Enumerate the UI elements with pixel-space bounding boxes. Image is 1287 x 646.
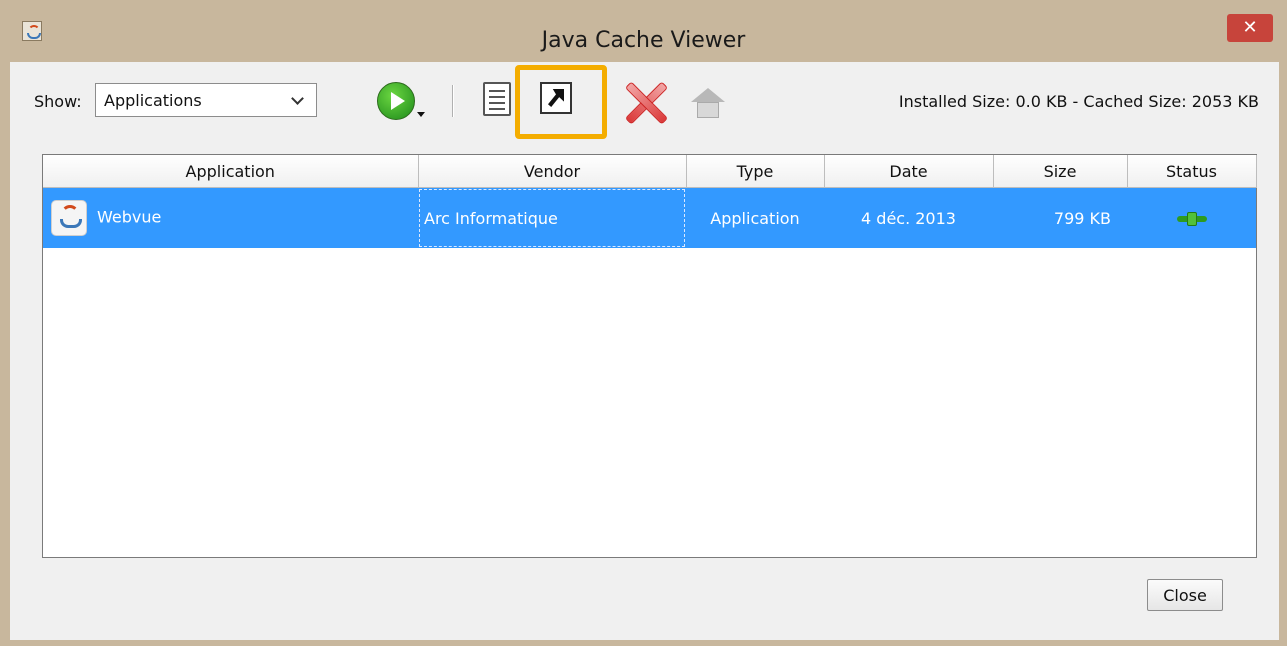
column-header-status[interactable]: Status bbox=[1127, 155, 1257, 188]
table-header-row: Application Vendor Type Date Size Status bbox=[43, 155, 1257, 188]
show-select[interactable]: Applications bbox=[95, 83, 317, 117]
cell-date[interactable]: 4 déc. 2013 bbox=[824, 187, 993, 248]
install-shortcut-icon bbox=[540, 82, 572, 114]
cell-size[interactable]: 799 KB bbox=[993, 187, 1127, 248]
chevron-down-icon bbox=[291, 92, 304, 105]
delete-icon bbox=[623, 80, 669, 125]
close-button[interactable]: Close bbox=[1147, 579, 1223, 611]
application-name: Webvue bbox=[97, 207, 162, 227]
show-details-icon bbox=[483, 82, 511, 116]
window-title: Java Cache Viewer bbox=[541, 28, 746, 53]
client-area: Show: Applications Installed Size: 0.0 K… bbox=[10, 62, 1279, 640]
column-header-date[interactable]: Date bbox=[824, 155, 994, 188]
applications-table[interactable]: Application Vendor Type Date Size Status… bbox=[42, 154, 1257, 558]
cache-sizes: Installed Size: 0.0 KB - Cached Size: 20… bbox=[898, 92, 1259, 111]
column-header-type[interactable]: Type bbox=[686, 155, 825, 188]
toolbar-separator bbox=[452, 85, 454, 117]
homepage-button[interactable] bbox=[687, 82, 727, 122]
table-row[interactable]: Webvue Arc Informatique Application 4 dé… bbox=[43, 187, 1256, 248]
cell-type[interactable]: Application bbox=[686, 187, 824, 248]
homepage-icon bbox=[691, 88, 725, 102]
toolbar: Show: Applications Installed Size: 0.0 K… bbox=[10, 62, 1279, 139]
close-icon: ✕ bbox=[1242, 17, 1258, 38]
dropdown-arrow-icon[interactable] bbox=[417, 112, 425, 117]
title-bar: Java Cache Viewer ✕ bbox=[0, 0, 1287, 62]
connected-plug-icon bbox=[1176, 212, 1207, 226]
house-body bbox=[697, 102, 719, 118]
java-cache-viewer-window: Java Cache Viewer ✕ Show: Applications I… bbox=[0, 0, 1287, 646]
show-details-button[interactable] bbox=[477, 80, 517, 120]
cell-status[interactable] bbox=[1127, 187, 1256, 248]
column-header-size[interactable]: Size bbox=[993, 155, 1128, 188]
delete-button[interactable] bbox=[621, 80, 671, 125]
java-icon bbox=[51, 200, 87, 236]
column-header-vendor[interactable]: Vendor bbox=[418, 155, 687, 188]
cell-application[interactable]: Webvue bbox=[43, 187, 418, 248]
run-icon bbox=[377, 82, 415, 120]
column-header-application[interactable]: Application bbox=[43, 155, 419, 188]
show-select-value: Applications bbox=[104, 91, 202, 110]
run-button[interactable] bbox=[373, 80, 431, 122]
window-close-button[interactable]: ✕ bbox=[1227, 14, 1273, 42]
cell-vendor[interactable]: Arc Informatique bbox=[418, 187, 686, 248]
show-label: Show: bbox=[34, 92, 82, 111]
install-shortcut-button[interactable] bbox=[536, 80, 576, 120]
